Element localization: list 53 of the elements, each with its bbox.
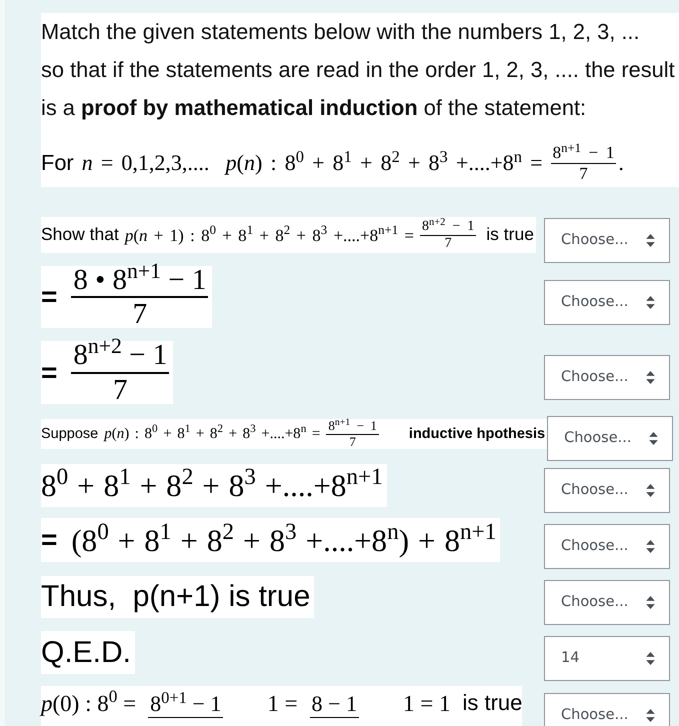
math-expression: n = 0,1,2,3,.... p(n) : 8$^{0}$ + 8$^{1}$ + 8$^{2}$ + 8$^{3}$ +....+8$^{n}$ =: [82, 152, 543, 174]
fraction-denominator: 7: [579, 164, 588, 183]
math-expression: p(0) : 8$^{0}$ =: [41, 692, 136, 715]
answer-dropdown[interactable]: Choose...: [544, 693, 670, 726]
answer-dropdown[interactable]: Choose...: [544, 580, 670, 625]
answer-dropdown[interactable]: Choose...: [544, 355, 670, 400]
statement-text: Thus, p(n+1) is true: [41, 582, 310, 612]
fraction-numerator: 8 − 1: [310, 692, 358, 717]
math-expression: .: [618, 152, 624, 174]
fraction-numerator: 8 • 8$^{n+1}$ − 1: [72, 264, 208, 296]
answer-dropdown[interactable]: Choose...: [544, 468, 670, 513]
instruction-line: is a proof by mathematical induction of the statement:: [41, 94, 588, 122]
answer-dropdown[interactable]: Choose...: [544, 524, 670, 569]
statement-text: Q.E.D.: [41, 638, 132, 668]
answer-dropdown[interactable]: Choose...: [544, 280, 670, 325]
answer-dropdown[interactable]: 14: [544, 636, 670, 681]
statement-text: Show that: [41, 226, 119, 244]
fraction-denominator: 7: [132, 298, 148, 330]
statement-text: Suppose: [41, 426, 98, 442]
fraction-denominator: 7: [113, 374, 128, 406]
statement-text: is true: [462, 692, 522, 714]
emphasis-text: inductive hpothesis: [408, 426, 546, 442]
fraction-numerator: 8$^{n+1}$ − 1: [327, 418, 378, 434]
up-down-caret-icon: [646, 709, 655, 722]
up-down-caret-icon: [646, 296, 655, 309]
fraction-numerator: 8$^{n+1}$ − 1: [552, 143, 616, 162]
math-expression: p(n + 1) : 8$^{0}$ + 8$^{1}$ + 8$^{2}$ + 8$^{3}$ +....+8$^{n+1}$ =: [124, 226, 414, 244]
fraction-numerator: 8$^{n+2}$ − 1: [72, 339, 168, 372]
math-expression: 8$^{0}$ + 8$^{1}$ + 8$^{2}$ + 8$^{3}$ +....+8$^{n+1}$: [41, 470, 383, 501]
math-expression: 1 = 1: [402, 692, 450, 715]
statement-text: =: [41, 283, 58, 311]
statement-text: For: [41, 152, 74, 174]
fraction-denominator: 7: [444, 236, 452, 252]
up-down-caret-icon: [646, 484, 655, 497]
fraction-denominator: 7: [349, 434, 356, 450]
instruction-line: so that if the statements are read in the order 1, 2, 3, .... the result: [41, 56, 676, 84]
up-down-caret-icon: [646, 652, 655, 665]
statement-text: =: [41, 526, 58, 554]
fraction-numerator: 8$^{n+2}$ − 1: [420, 218, 476, 234]
instruction-line: Match the given statements below with the numbers 1, 2, 3, ...: [41, 18, 641, 46]
math-expression: 1 =: [267, 692, 298, 715]
answer-dropdown[interactable]: Choose...: [547, 416, 674, 461]
up-down-caret-icon: [646, 540, 655, 553]
up-down-caret-icon: [646, 596, 655, 609]
statement-text: =: [41, 358, 58, 386]
fraction-numerator: 8$^{0+1}$ − 1: [149, 692, 222, 717]
answer-dropdown[interactable]: Choose...: [544, 218, 670, 263]
statement-text: is true: [486, 226, 534, 244]
up-down-caret-icon: [649, 432, 658, 445]
up-down-caret-icon: [646, 234, 655, 247]
math-expression: (8$^{0}$ + 8$^{1}$ + 8$^{2}$ + 8$^{3}$ +....+8$^{n}$) + 8$^{n+1}$: [71, 524, 496, 556]
math-expression: p(n) : 8$^{0}$ + 8$^{1}$ + 8$^{2}$ + 8$^{3}$ +....+8$^{n}$ =: [104, 426, 320, 442]
up-down-caret-icon: [646, 371, 655, 384]
